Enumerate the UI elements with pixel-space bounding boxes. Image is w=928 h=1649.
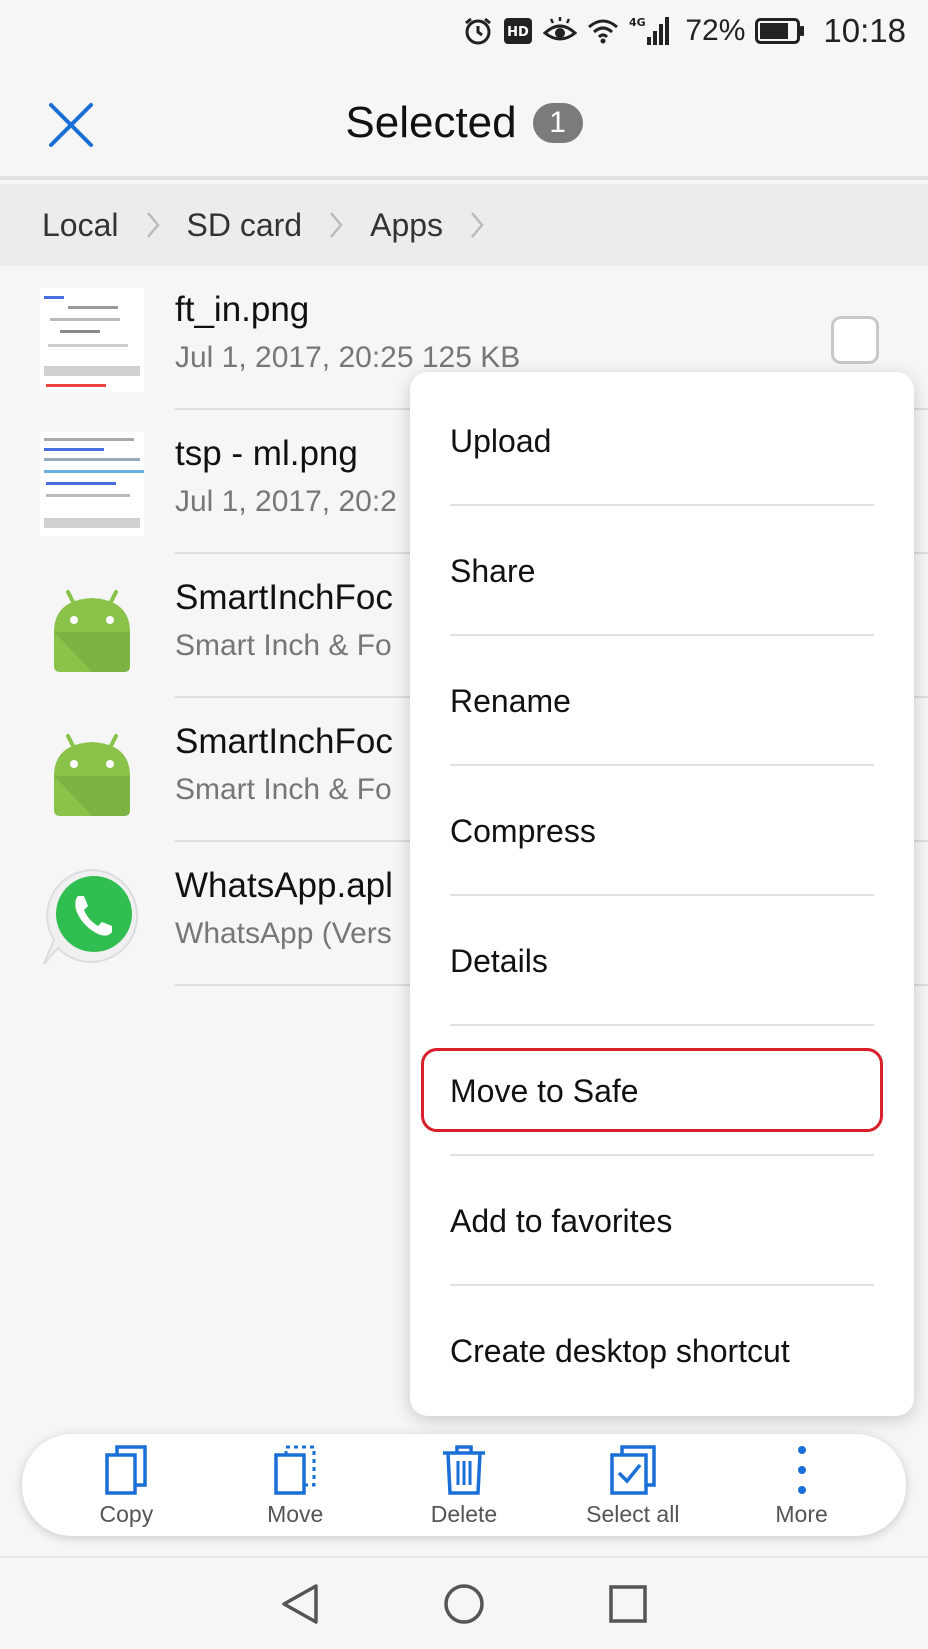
copy-icon xyxy=(105,1444,148,1495)
menu-item-label: Rename xyxy=(450,682,571,719)
clock: 10:18 xyxy=(823,12,906,49)
move-button[interactable]: Move xyxy=(220,1443,370,1528)
action-label: Select all xyxy=(586,1500,680,1527)
action-label: Delete xyxy=(430,1500,498,1527)
battery-percent: 72% xyxy=(685,14,746,47)
alarm-icon xyxy=(465,17,492,45)
highlight-box xyxy=(421,1048,883,1132)
menu-item-rename[interactable]: Rename xyxy=(450,636,874,766)
move-icon xyxy=(274,1445,316,1495)
chevron-right-icon xyxy=(469,210,485,240)
file-meta: Smart Inch & Fo xyxy=(175,629,392,662)
file-name: ft_in.png xyxy=(175,290,310,329)
image-thumb xyxy=(40,432,144,536)
context-menu: Upload Share Rename Compress Details Mov… xyxy=(410,372,914,1416)
file-name: WhatsApp.apl xyxy=(175,866,393,905)
file-name: SmartInchFoc xyxy=(175,722,393,761)
delete-button[interactable]: Delete xyxy=(389,1443,539,1528)
menu-item-compress[interactable]: Compress xyxy=(450,766,874,896)
svg-text:4G: 4G xyxy=(629,16,646,29)
menu-item-details[interactable]: Details xyxy=(450,896,874,1026)
status-bar: HD 4G 72% 10:18 xyxy=(0,0,928,62)
file-meta: WhatsApp (Vers xyxy=(175,917,392,950)
menu-item-label: Add to favorites xyxy=(450,1202,673,1239)
title-group: Selected 1 xyxy=(0,98,928,148)
action-label: More xyxy=(775,1500,828,1527)
more-button[interactable]: More xyxy=(727,1443,877,1528)
back-icon[interactable] xyxy=(278,1582,322,1626)
menu-item-label: Compress xyxy=(450,812,596,849)
chevron-right-icon xyxy=(145,210,161,240)
breadcrumb-sd-card[interactable]: SD card xyxy=(187,207,303,244)
recents-icon[interactable] xyxy=(606,1582,650,1626)
menu-item-label: Details xyxy=(450,942,548,979)
wifi-icon xyxy=(588,19,619,44)
file-name: tsp - ml.png xyxy=(175,434,358,473)
action-bar: Copy Move Delete Select all More xyxy=(22,1434,906,1536)
menu-item-share[interactable]: Share xyxy=(450,506,874,636)
android-icon xyxy=(40,720,144,824)
breadcrumb: Local SD card Apps xyxy=(0,184,928,266)
breadcrumb-apps[interactable]: Apps xyxy=(370,207,443,244)
header: Selected 1 xyxy=(0,62,928,180)
breadcrumb-local[interactable]: Local xyxy=(42,207,119,244)
select-all-button[interactable]: Select all xyxy=(558,1443,708,1528)
battery-icon xyxy=(755,18,805,44)
file-meta: Jul 1, 2017, 20:2 xyxy=(175,485,397,518)
file-meta: Smart Inch & Fo xyxy=(175,773,392,806)
image-thumb xyxy=(40,288,144,392)
file-name: SmartInchFoc xyxy=(175,578,393,617)
menu-item-add-to-favorites[interactable]: Add to favorites xyxy=(450,1156,874,1286)
hd-icon: HD xyxy=(504,18,533,44)
more-vertical-icon xyxy=(797,1445,806,1494)
action-label: Copy xyxy=(99,1500,154,1527)
trash-icon xyxy=(442,1444,485,1495)
svg-text:HD: HD xyxy=(508,25,530,40)
eye-comfort-icon xyxy=(543,17,578,41)
android-icon xyxy=(40,576,144,680)
signal-4g-icon: 4G xyxy=(629,16,670,45)
whatsapp-icon xyxy=(40,864,144,968)
home-icon[interactable] xyxy=(442,1582,486,1626)
chevron-right-icon xyxy=(328,210,344,240)
row-checkbox[interactable] xyxy=(831,316,879,364)
menu-item-create-desktop-shortcut[interactable]: Create desktop shortcut xyxy=(450,1286,874,1416)
action-label: Move xyxy=(267,1500,324,1527)
select-all-icon xyxy=(610,1444,656,1495)
page-title: Selected xyxy=(345,98,517,147)
menu-item-label: Create desktop shortcut xyxy=(450,1332,790,1369)
menu-item-upload[interactable]: Upload xyxy=(450,376,874,506)
copy-button[interactable]: Copy xyxy=(51,1443,201,1528)
menu-item-label: Upload xyxy=(450,422,552,459)
nav-bar xyxy=(0,1556,928,1649)
selected-count-badge: 1 xyxy=(532,103,583,143)
menu-item-label: Share xyxy=(450,552,536,589)
